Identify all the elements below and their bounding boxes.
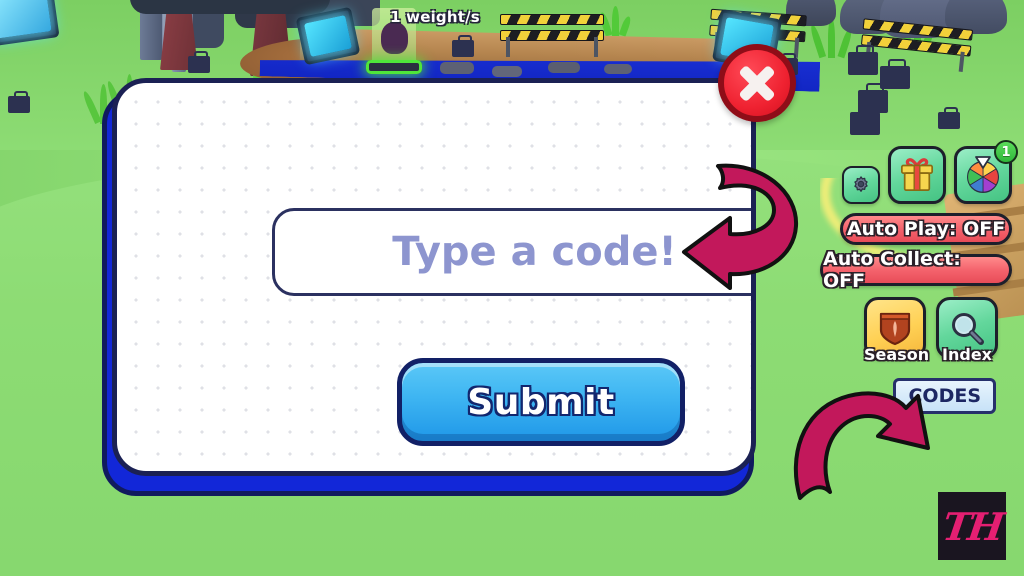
wheel-icon [967, 156, 999, 193]
submit-button-label: Submit [467, 381, 615, 423]
curved-arrow-right-icon [793, 391, 930, 500]
briefcase-prop [8, 91, 30, 113]
index-button[interactable]: Index [936, 297, 998, 364]
barrier [500, 14, 604, 57]
grass-tuft [598, 6, 644, 37]
dark-canopy [130, 0, 330, 14]
briefcase-prop [880, 59, 910, 89]
briefcase-prop [858, 83, 888, 113]
spin-wheel-badge: 1 [994, 140, 1018, 164]
close-icon[interactable] [718, 44, 796, 122]
hud-labeled-row: Season Index [806, 297, 1016, 364]
briefcase-prop [938, 107, 960, 129]
auto-collect-toggle-label: Auto Collect: OFF [823, 248, 961, 292]
briefcase-prop [848, 45, 878, 75]
season-button[interactable]: Season [864, 297, 929, 364]
briefcase-prop [452, 35, 474, 57]
gift-icon [900, 158, 934, 192]
gear-icon [854, 176, 868, 192]
shield-sword-icon [879, 312, 911, 346]
watermark-logo: TH [938, 492, 1006, 560]
watermark-text: TH [939, 503, 1005, 549]
auto-play-toggle-label: Auto Play: OFF [846, 218, 1006, 240]
weight-rate-label: 1 weight/s [390, 8, 480, 26]
briefcase-prop [188, 51, 210, 73]
magnifier-icon [952, 313, 984, 345]
auto-play-toggle[interactable]: Auto Play: OFF [840, 213, 1012, 245]
briefcase-prop [850, 105, 880, 135]
submit-button[interactable]: Submit [397, 358, 685, 446]
player-avatar [381, 22, 408, 54]
auto-collect-toggle[interactable]: Auto Collect: OFF [820, 248, 1012, 292]
hud-panel: 1 Auto Play: OFF Auto Collect: OFF Seaso… [806, 140, 1018, 414]
gift-button[interactable] [888, 146, 946, 204]
hud-icon-row: 1 [806, 140, 1018, 204]
curved-arrow-left-icon [682, 163, 799, 290]
settings-button[interactable] [842, 166, 880, 204]
spin-wheel-button[interactable]: 1 [954, 140, 1018, 204]
